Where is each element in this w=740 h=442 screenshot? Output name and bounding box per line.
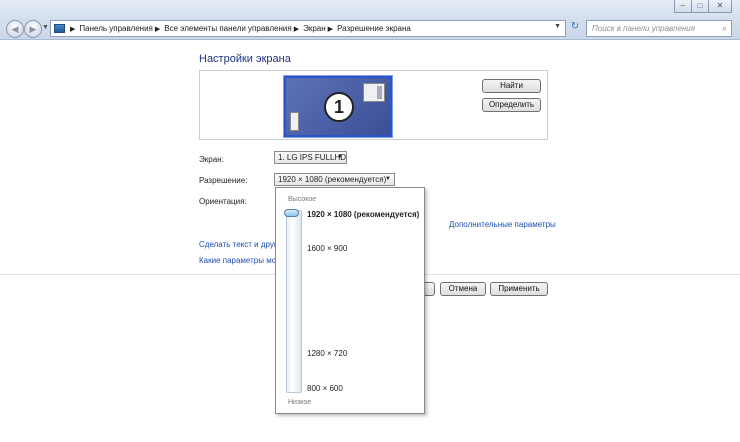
resolution-label: Разрешение: xyxy=(199,176,248,185)
search-input[interactable]: Поиск в панели управления ⌕ xyxy=(586,20,732,37)
resolution-option[interactable]: 1280 × 720 xyxy=(307,349,347,358)
search-icon[interactable]: ⌕ xyxy=(722,23,727,34)
breadcrumb-resolution[interactable]: Разрешение экрана xyxy=(337,24,411,33)
low-label: Низкое xyxy=(288,399,312,406)
address-dropdown-icon[interactable]: ▼ xyxy=(554,23,561,30)
breadcrumb-control-panel[interactable]: Панель управления xyxy=(79,24,153,33)
resolution-slider-thumb[interactable] xyxy=(284,209,299,217)
orientation-label: Ориентация: xyxy=(199,197,247,206)
screen-select-value: 1. LG IPS FULLHD xyxy=(278,153,347,162)
apply-button[interactable]: Применить xyxy=(490,282,548,296)
screen-select[interactable]: 1. LG IPS FULLHD ▼ xyxy=(274,151,347,164)
control-panel-icon xyxy=(54,24,65,33)
page-title: Настройки экрана xyxy=(199,53,291,65)
resolution-dropdown-popup: Высокое 1920 × 1080 (рекомендуется) 1600… xyxy=(275,187,425,414)
monitor-thumbnail-icon xyxy=(290,112,299,131)
breadcrumb-chevron-icon[interactable]: ▶ xyxy=(70,25,75,33)
chevron-down-icon: ▼ xyxy=(385,176,391,182)
resolution-option[interactable]: 1920 × 1080 (рекомендуется) xyxy=(307,210,419,219)
window-controls: – □ ✕ xyxy=(674,0,732,13)
forward-button[interactable]: ▶ xyxy=(24,20,42,38)
chevron-down-icon: ▼ xyxy=(337,154,343,160)
screen-label: Экран: xyxy=(199,155,224,164)
close-button[interactable]: ✕ xyxy=(708,0,732,13)
monitor-thumbnail-icon xyxy=(363,83,385,102)
breadcrumb-chevron-icon[interactable]: ▶ xyxy=(155,25,160,33)
resolution-slider-track[interactable] xyxy=(286,210,302,393)
high-label: Высокое xyxy=(288,196,317,203)
find-button[interactable]: Найти xyxy=(482,79,541,93)
resolution-select-value: 1920 × 1080 (рекомендуется) xyxy=(278,175,387,184)
minimize-button[interactable]: – xyxy=(674,0,692,13)
monitor-1-tile[interactable]: 1 xyxy=(284,76,392,137)
monitor-settings-link[interactable]: Какие параметры мон xyxy=(199,256,281,265)
monitor-preview-area: 1 Найти Определить xyxy=(199,70,548,140)
search-placeholder: Поиск в панели управления xyxy=(592,24,696,33)
history-dropdown-icon[interactable]: ▼ xyxy=(42,24,49,31)
address-bar[interactable]: ▶ Панель управления ▶ Все элементы панел… xyxy=(50,20,566,37)
breadcrumb-chevron-icon[interactable]: ▶ xyxy=(294,25,299,33)
resolution-option[interactable]: 1600 × 900 xyxy=(307,244,347,253)
cancel-button[interactable]: Отмена xyxy=(440,282,486,296)
text-size-link[interactable]: Сделать текст и други xyxy=(199,240,281,249)
resolution-option[interactable]: 800 × 600 xyxy=(307,384,343,393)
breadcrumb-chevron-icon[interactable]: ▶ xyxy=(328,25,333,33)
maximize-button[interactable]: □ xyxy=(691,0,709,13)
back-button[interactable]: ◀ xyxy=(6,20,24,38)
breadcrumb-display[interactable]: Экран xyxy=(303,24,326,33)
identify-button[interactable]: Определить xyxy=(482,98,541,112)
monitor-number-badge: 1 xyxy=(324,92,354,122)
advanced-settings-link[interactable]: Дополнительные параметры xyxy=(449,220,556,229)
resolution-select[interactable]: 1920 × 1080 (рекомендуется) ▼ xyxy=(274,173,395,186)
refresh-icon[interactable]: ↻ xyxy=(568,21,582,36)
breadcrumb-all-items[interactable]: Все элементы панели управления xyxy=(164,24,291,33)
